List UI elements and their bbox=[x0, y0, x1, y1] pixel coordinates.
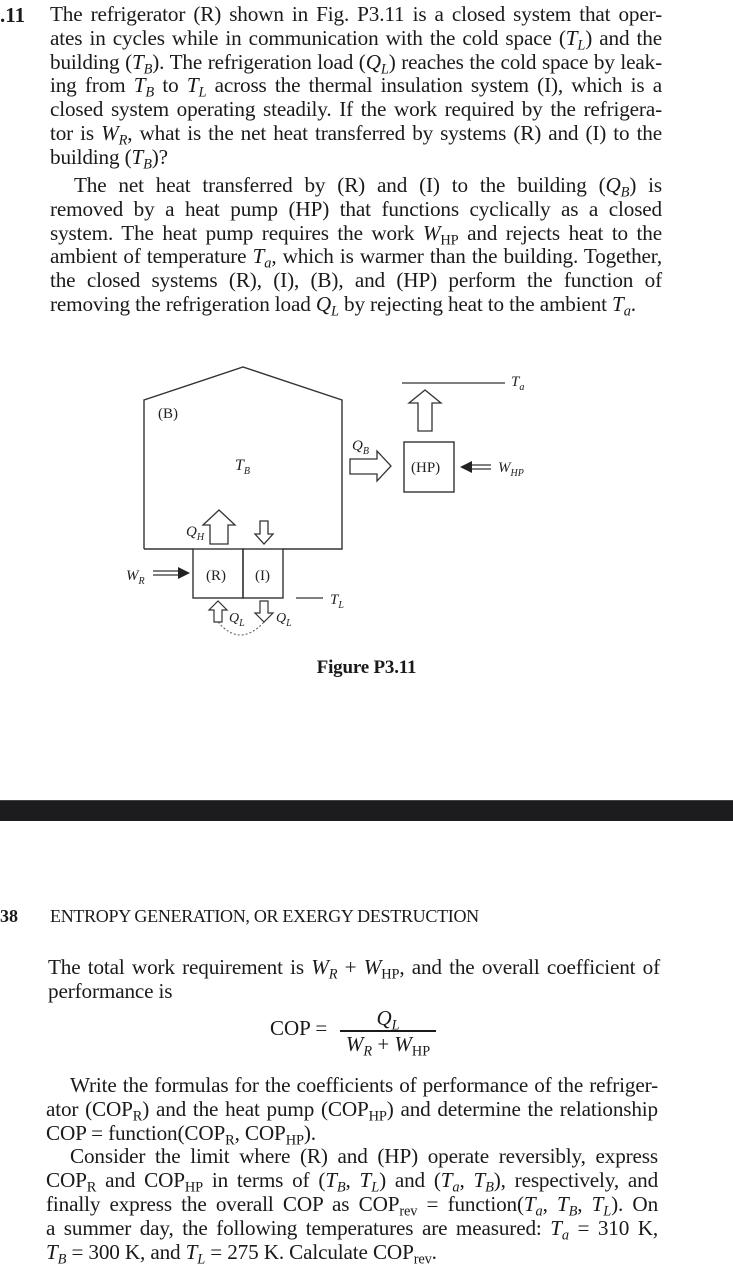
text-line: TB = 300 K, and TL = 275 K. Calculate CO… bbox=[46, 1239, 437, 1267]
problem-number: .11 bbox=[0, 3, 26, 27]
text-line: ing from TB to TL across the thermal ins… bbox=[50, 73, 662, 101]
heat-to-hp-arrow-icon bbox=[349, 449, 392, 483]
text-line: building (TB)? bbox=[50, 144, 168, 173]
text-line: The net heat transferred by (R) and (I) … bbox=[74, 173, 662, 201]
text-line: the closed systems (R), (I), (B), and (H… bbox=[50, 268, 662, 293]
refrigeration-load-in-label: QL bbox=[229, 611, 245, 629]
equation-denominator: WR + WHP bbox=[345, 1031, 431, 1059]
equation-numerator: QL bbox=[376, 1006, 400, 1034]
work-hp-label: WHP bbox=[498, 460, 524, 479]
figure-caption: Figure P3.11 bbox=[316, 657, 417, 678]
text-line: system. The heat pump requires the work … bbox=[50, 220, 662, 248]
text-line: tor is WR, what is the net heat transfer… bbox=[50, 120, 662, 149]
heat-to-ambient-arrow-icon bbox=[407, 389, 443, 432]
text-line: The total work requirement is WR + WHP, … bbox=[48, 955, 661, 983]
problem-paragraph-2: The net heat transferred by (R) and (I) … bbox=[50, 173, 663, 320]
running-head: ENTROPY GENERATION, OR EXERGY DESTRUCTIO… bbox=[50, 906, 479, 926]
work-r-arrow-icon bbox=[178, 567, 190, 579]
text-line: ambient of temperature Ta, which is warm… bbox=[50, 244, 663, 272]
text-line: building (TB). The refrigeration load (Q… bbox=[50, 49, 663, 77]
equation-fraction: QL WR + WHP bbox=[340, 1006, 436, 1059]
refrigeration-load-leak-arrow-icon bbox=[253, 600, 275, 623]
leak-arrow-icon bbox=[253, 520, 275, 545]
text-line: COPR and COPHP in terms of (TB, TL) and … bbox=[46, 1168, 659, 1196]
text-line: COP = function(COPR, COPHP). bbox=[46, 1120, 316, 1148]
text-line: ates in cycles while in communication wi… bbox=[50, 25, 662, 54]
text-line: removed by a heat pump (HP) that functio… bbox=[50, 196, 662, 221]
text-line: closed system operating steadily. If the… bbox=[50, 97, 662, 122]
refrigeration-load-leak-label: QL bbox=[276, 611, 292, 629]
heat-to-hp-label: QB bbox=[352, 438, 369, 457]
text-line: The refrigerator (R) shown in Fig. P3.11… bbox=[50, 2, 662, 26]
text-line: removing the refrigeration load QL by re… bbox=[50, 291, 636, 320]
heat-rejected-arrow-icon bbox=[201, 509, 237, 545]
problem-paragraph-1: The refrigerator (R) shown in Fig. P3.11… bbox=[50, 2, 663, 173]
ambient-temp-label: Ta bbox=[511, 374, 524, 393]
page-divider bbox=[0, 800, 733, 821]
cold-temp-label: TL bbox=[330, 592, 344, 611]
insulation-label: (I) bbox=[255, 568, 270, 584]
text-line: a summer day, the following temperatures… bbox=[46, 1215, 659, 1244]
work-r-label: WR bbox=[126, 568, 145, 587]
refrigeration-load-in-arrow-icon bbox=[207, 600, 229, 623]
figure-p3-11: (B) TB (R) (I) QH WR TL QL QL QB (HP) WH… bbox=[126, 366, 524, 636]
text-line: finally express the overall COP as COPre… bbox=[46, 1191, 659, 1220]
building-label: (B) bbox=[158, 406, 178, 422]
page-number: 38 bbox=[0, 906, 18, 926]
heat-pump-label: (HP) bbox=[411, 460, 440, 476]
equation-lhs: COP = bbox=[270, 1016, 328, 1040]
heat-rejected-label: QH bbox=[186, 524, 205, 543]
continuation-paragraph-2: Write the formulas for the coefficients … bbox=[46, 1073, 659, 1267]
text-line: performance is bbox=[48, 978, 173, 1003]
continuation-paragraph-1: The total work requirement is WR + WHP, … bbox=[48, 955, 661, 1004]
work-hp-arrow-icon bbox=[460, 461, 472, 473]
refrigerator-label: (R) bbox=[206, 568, 226, 584]
building-temp-label: TB bbox=[235, 457, 250, 477]
text-line: Write the formulas for the coefficients … bbox=[70, 1073, 658, 1097]
text-line: Consider the limit where (R) and (HP) op… bbox=[70, 1144, 658, 1169]
text-line: ator (COPR) and the heat pump (COPHP) an… bbox=[46, 1096, 658, 1125]
